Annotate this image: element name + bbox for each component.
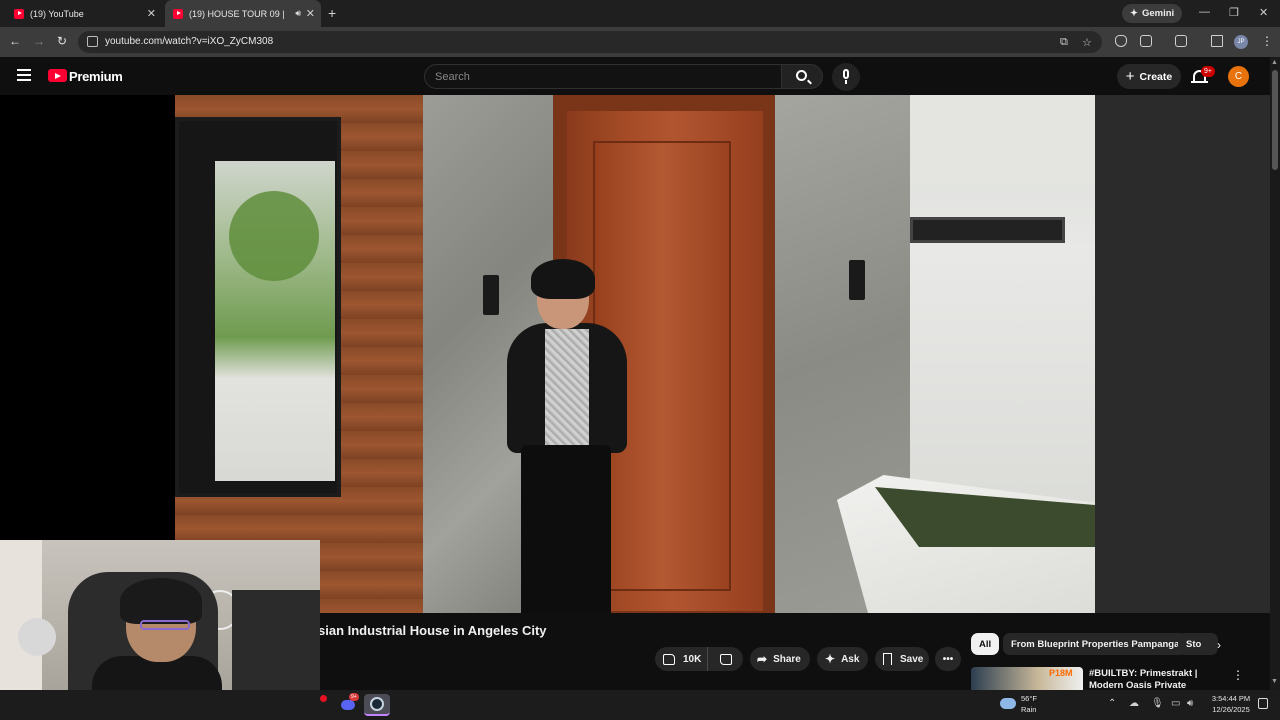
volume-icon[interactable]: 🔊︎ bbox=[1187, 698, 1193, 709]
notification-center-icon[interactable] bbox=[1258, 698, 1268, 709]
minimize-icon[interactable]: — bbox=[1199, 6, 1210, 18]
chip-more[interactable]: Sto bbox=[1178, 633, 1218, 655]
steam-icon bbox=[370, 697, 384, 711]
discord-icon bbox=[341, 700, 355, 710]
network-icon[interactable]: ▭ bbox=[1171, 698, 1180, 709]
thumbnail-price-tag: P18M bbox=[1049, 668, 1073, 678]
speaker-icon[interactable]: 🔊︎ bbox=[295, 8, 301, 19]
thumbs-down-icon bbox=[719, 653, 732, 665]
like-count: 10K bbox=[683, 653, 702, 665]
media-controls-icon[interactable] bbox=[1211, 35, 1223, 47]
browser-toolbar: ← → ↻ youtube.com/watch?v=iXO_ZyCM308 ⧉ … bbox=[0, 27, 1280, 57]
tab-house-tour[interactable]: (19) HOUSE TOUR 09 | Insid 🔊︎ ✕ bbox=[165, 0, 321, 27]
share-button[interactable]: ➦ Share bbox=[750, 647, 810, 671]
chevron-right-icon[interactable]: › bbox=[1217, 638, 1221, 652]
hamburger-menu-icon[interactable] bbox=[17, 69, 31, 84]
sparkle-icon: ✦ bbox=[825, 652, 836, 666]
video-player[interactable] bbox=[0, 95, 1270, 613]
site-info-icon[interactable] bbox=[87, 36, 98, 47]
youtube-header: Premium + Create 9+ C bbox=[0, 57, 1280, 95]
close-tab-icon[interactable]: ✕ bbox=[147, 7, 156, 20]
show-hidden-icons-icon[interactable]: ⌃ bbox=[1108, 698, 1116, 709]
share-label: Share bbox=[773, 653, 801, 665]
video-frame bbox=[175, 95, 1095, 613]
weather-temp: 56°F bbox=[1021, 694, 1037, 703]
tab-youtube-home[interactable]: (19) YouTube ✕ bbox=[6, 0, 162, 27]
puzzle-extensions-icon[interactable] bbox=[1140, 35, 1152, 47]
tab-title: (19) HOUSE TOUR 09 | Insid bbox=[189, 8, 287, 19]
youtube-logo-icon[interactable] bbox=[48, 69, 67, 82]
tab-search-icon[interactable] bbox=[1175, 35, 1187, 47]
windows-taskbar bbox=[0, 690, 1280, 720]
voice-search-button[interactable] bbox=[832, 63, 860, 91]
video-title: sian Industrial House in Angeles City bbox=[318, 623, 547, 638]
search-input[interactable] bbox=[435, 69, 765, 85]
install-app-icon[interactable]: ⧉ bbox=[1060, 36, 1068, 49]
recommended-video[interactable]: P18M #BUILTBY: Primestrakt | Modern Oasi… bbox=[971, 667, 1261, 690]
back-arrow-icon[interactable]: ← bbox=[9, 34, 21, 48]
chip-from-channel[interactable]: From Blueprint Properties Pampanga bbox=[1003, 633, 1188, 655]
youtube-premium-logo[interactable]: Premium bbox=[69, 69, 123, 84]
recording-indicator-icon bbox=[320, 695, 327, 702]
taskbar-steam[interactable] bbox=[364, 694, 390, 716]
save-label: Save bbox=[900, 653, 924, 665]
scroll-up-icon[interactable]: ▲ bbox=[1271, 59, 1278, 66]
clock-date: 12/26/2025 bbox=[1212, 705, 1250, 714]
search-box[interactable] bbox=[424, 64, 782, 89]
rain-cloud-icon bbox=[1000, 698, 1016, 709]
browser-tab-strip: (19) YouTube ✕ (19) HOUSE TOUR 09 | Insi… bbox=[0, 0, 1280, 27]
plus-icon: + bbox=[1125, 68, 1135, 85]
search-icon bbox=[796, 70, 807, 81]
new-tab-icon[interactable]: + bbox=[328, 5, 336, 21]
weather-condition: Rain bbox=[1021, 705, 1037, 714]
address-bar[interactable]: youtube.com/watch?v=iXO_ZyCM308 ⧉ ☆ bbox=[78, 31, 1102, 53]
clock-time: 3:54:44 PM bbox=[1211, 694, 1251, 703]
save-button[interactable]: Save bbox=[875, 647, 929, 671]
more-actions-button[interactable]: ••• bbox=[935, 647, 961, 671]
create-button[interactable]: + Create bbox=[1117, 64, 1181, 89]
screen: (19) YouTube ✕ (19) HOUSE TOUR 09 | Insi… bbox=[0, 0, 1280, 720]
like-button[interactable]: 10K bbox=[655, 647, 707, 671]
webcam-overlay bbox=[0, 540, 320, 690]
person-in-video bbox=[465, 255, 665, 613]
browser-profile-avatar[interactable]: JP bbox=[1234, 35, 1248, 49]
more-vertical-icon[interactable]: ⋮ bbox=[1232, 668, 1244, 682]
youtube-favicon-icon bbox=[14, 8, 24, 19]
youtube-favicon-icon bbox=[173, 8, 183, 19]
scrollbar-thumb[interactable] bbox=[1272, 70, 1278, 170]
browser-menu-icon[interactable]: ⋮ bbox=[1261, 34, 1273, 48]
shield-extension-icon[interactable] bbox=[1115, 35, 1127, 47]
microphone-tray-icon[interactable]: 🎙︎ bbox=[1151, 698, 1164, 709]
sparkle-icon: ✦ bbox=[1130, 8, 1138, 19]
create-label: Create bbox=[1139, 70, 1173, 83]
tab-title: (19) YouTube bbox=[30, 8, 84, 19]
microphone-icon bbox=[843, 69, 849, 79]
gemini-button[interactable]: ✦ Gemini bbox=[1122, 4, 1183, 23]
discord-badge: 9+ bbox=[349, 693, 359, 701]
more-horizontal-icon: ••• bbox=[942, 653, 954, 665]
thumbs-up-icon bbox=[663, 653, 675, 665]
notification-count-badge: 9+ bbox=[1201, 66, 1215, 77]
bookmark-star-icon[interactable]: ☆ bbox=[1082, 36, 1092, 49]
recommended-video-title[interactable]: #BUILTBY: Primestrakt | Modern Oasis Pri… bbox=[1089, 668, 1229, 690]
forward-arrow-icon[interactable]: → bbox=[33, 34, 45, 48]
share-arrow-icon: ➦ bbox=[757, 652, 768, 666]
close-window-icon[interactable]: ✕ bbox=[1259, 6, 1268, 19]
onedrive-icon[interactable]: ☁ bbox=[1129, 698, 1139, 709]
gemini-label: Gemini bbox=[1141, 8, 1175, 19]
taskbar-clock[interactable]: 3:54:44 PM 12/26/2025 bbox=[1205, 693, 1257, 715]
ask-label: Ask bbox=[841, 653, 860, 665]
dislike-button[interactable] bbox=[707, 647, 743, 671]
close-tab-icon[interactable]: ✕ bbox=[306, 7, 315, 20]
reload-icon[interactable]: ↻ bbox=[57, 34, 67, 48]
ask-button[interactable]: ✦ Ask bbox=[817, 647, 868, 671]
user-avatar[interactable]: C bbox=[1228, 66, 1249, 87]
weather-widget[interactable]: 56°F Rain bbox=[1000, 693, 1070, 717]
url-text[interactable]: youtube.com/watch?v=iXO_ZyCM308 bbox=[105, 36, 273, 47]
chip-all[interactable]: All bbox=[971, 633, 1000, 655]
scroll-down-icon[interactable]: ▼ bbox=[1271, 678, 1278, 685]
search-button[interactable] bbox=[781, 64, 823, 89]
restore-icon[interactable]: ❐ bbox=[1229, 6, 1239, 19]
bookmark-icon bbox=[883, 653, 892, 665]
